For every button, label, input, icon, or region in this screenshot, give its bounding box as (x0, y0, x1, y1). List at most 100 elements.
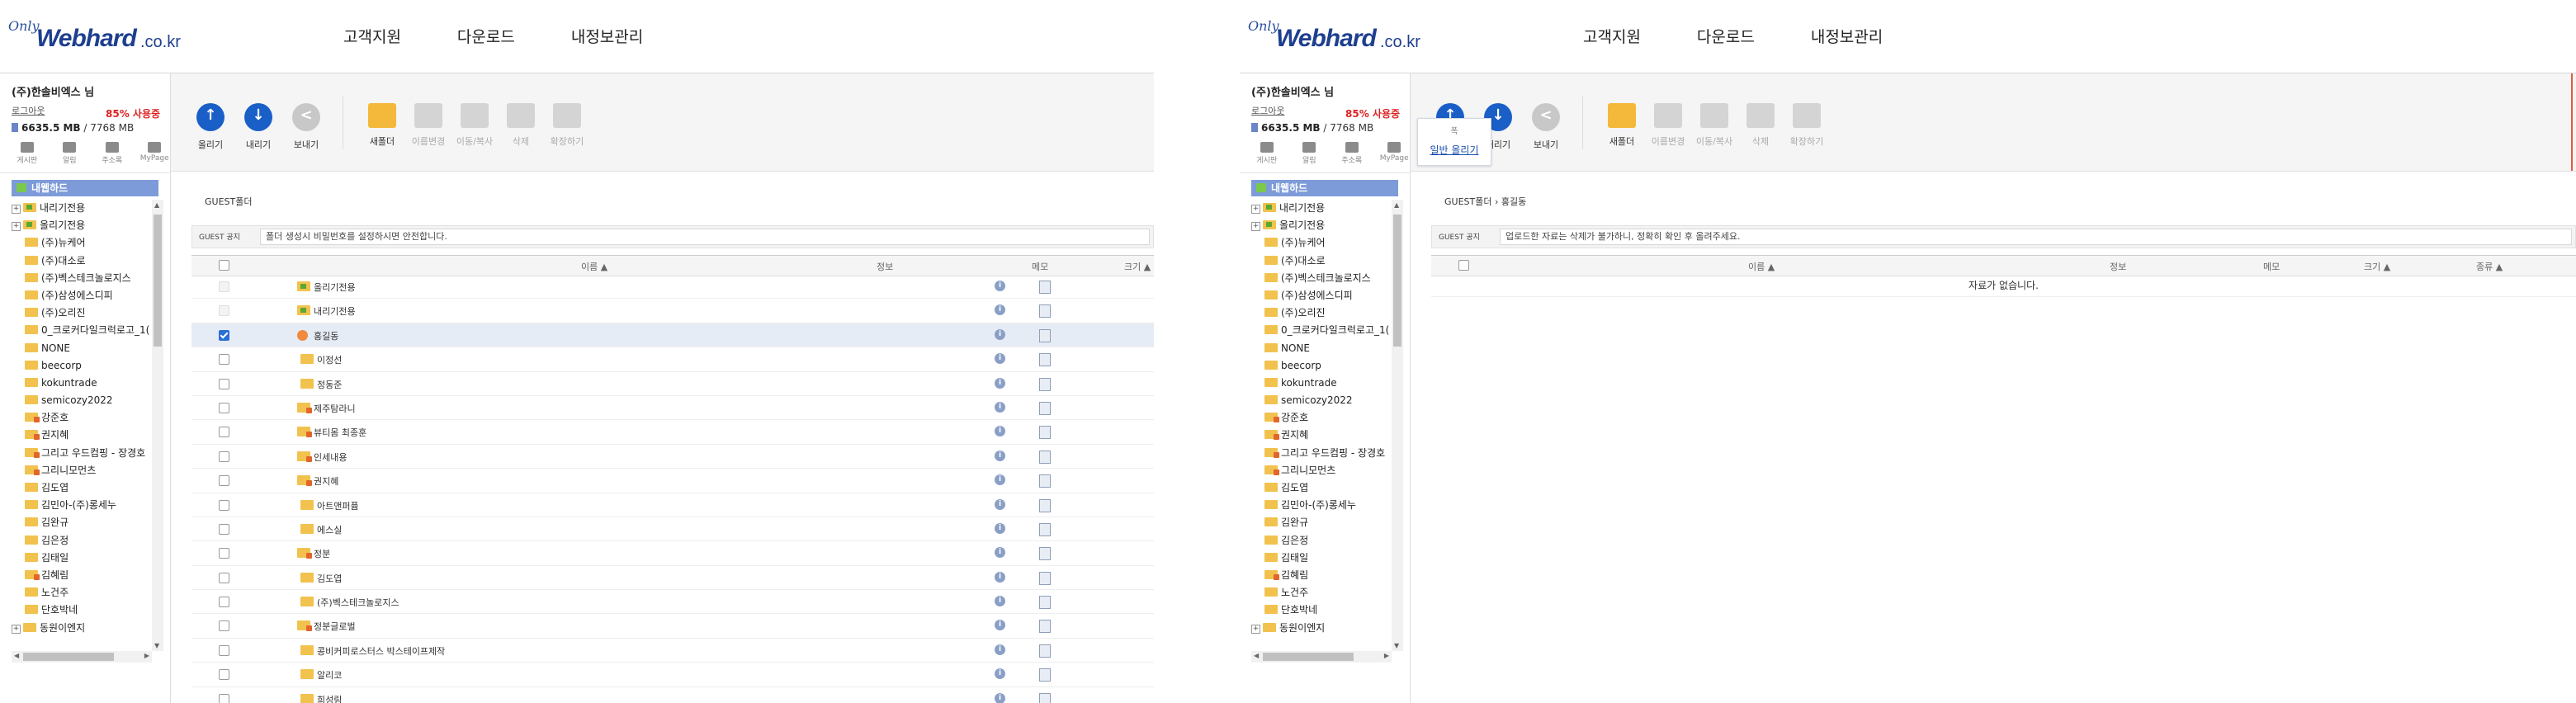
tree-item[interactable]: (주)오리진 (12, 304, 150, 322)
table-row[interactable]: 제주탐라니 i (191, 396, 1154, 421)
tree-item[interactable]: (주)삼성에스디피 (1251, 287, 1390, 304)
table-row[interactable]: 정동준 i (191, 372, 1154, 396)
board-tool[interactable]: 게시판 (1251, 142, 1283, 165)
tree-item[interactable]: 단호박네 (12, 602, 150, 619)
tree-item[interactable]: + 내리기전용 (1251, 200, 1390, 217)
tree-item[interactable]: NONE (1251, 340, 1390, 357)
memo-icon[interactable] (1039, 377, 1051, 391)
info-icon[interactable]: i (995, 498, 1005, 510)
logout-link[interactable]: 로그아웃 (12, 104, 45, 117)
row-checkbox[interactable] (219, 329, 229, 343)
table-row[interactable]: 정분 i (191, 541, 1154, 566)
tree-item[interactable]: + 동원이엔지 (1251, 620, 1390, 637)
column-name[interactable]: 이름 ▲ (581, 260, 607, 273)
memo-icon[interactable] (1039, 692, 1051, 703)
nav-my-info[interactable]: 내정보관리 (571, 25, 643, 47)
new-folder-button[interactable]: 새폴더 (1597, 103, 1647, 148)
tree-vertical-scrollbar[interactable]: ▲ ▼ (152, 200, 163, 651)
tree-item[interactable]: 그리고 우드컴핑 - 장경호 (1251, 445, 1390, 462)
expand-toggle-icon[interactable]: + (12, 624, 21, 634)
tree-horizontal-scrollbar[interactable]: ◀ ▶ (12, 651, 152, 663)
scroll-right-icon[interactable]: ▶ (144, 652, 149, 659)
memo-icon[interactable] (1039, 281, 1051, 294)
tree-item[interactable]: 노건주 (1251, 584, 1390, 602)
tree-item[interactable]: 그리고 우드컴핑 - 장경호 (12, 445, 150, 462)
info-icon[interactable]: i (995, 620, 1005, 631)
normal-upload-link[interactable]: 일반 올리기 (1418, 143, 1491, 157)
memo-icon[interactable] (1039, 474, 1051, 488)
scroll-down-icon[interactable]: ▼ (1394, 642, 1399, 649)
share-button[interactable]: < 보내기 (1521, 103, 1571, 151)
tree-item[interactable]: beecorp (12, 357, 150, 375)
file-name-link[interactable]: (주)벡스테크놀로지스 (317, 596, 399, 609)
archive-button[interactable]: 확장하기 (542, 103, 592, 148)
tree-item[interactable]: (주)뉴케어 (12, 234, 150, 252)
rename-button[interactable]: 이름변경 (404, 103, 453, 148)
archive-button[interactable]: 확장하기 (1782, 103, 1832, 148)
tree-item[interactable]: + 올리기전용 (12, 217, 150, 234)
scroll-thumb[interactable] (154, 215, 162, 347)
table-row[interactable]: 내리기전용 i (191, 299, 1154, 323)
memo-icon[interactable] (1039, 498, 1051, 512)
memo-icon[interactable] (1039, 522, 1051, 536)
file-name-link[interactable]: 제주탐라니 (314, 402, 356, 415)
tree-root[interactable]: 내웹하드 (12, 180, 158, 196)
info-icon[interactable]: i (995, 426, 1005, 437)
scroll-left-icon[interactable]: ◀ (14, 652, 19, 659)
nav-download[interactable]: 다운로드 (1697, 25, 1755, 47)
info-icon[interactable]: i (995, 377, 1005, 389)
info-icon[interactable]: i (995, 450, 1005, 461)
tree-item[interactable]: + 내리기전용 (12, 200, 150, 217)
file-name-link[interactable]: 희성림 (317, 693, 342, 703)
tree-item[interactable]: 김혜림 (12, 567, 150, 584)
tree-item[interactable]: (주)대소로 (1251, 252, 1390, 270)
move-copy-button[interactable]: 이동/복사 (1690, 103, 1739, 148)
file-name-link[interactable]: 이정선 (317, 353, 342, 366)
scroll-thumb[interactable] (1393, 215, 1401, 347)
tree-item[interactable]: 노건주 (12, 584, 150, 602)
info-icon[interactable]: i (995, 522, 1005, 534)
file-name-link[interactable]: 뷰티몸 최종훈 (314, 426, 366, 439)
scroll-left-icon[interactable]: ◀ (1254, 652, 1259, 659)
table-row[interactable]: 알리코 i (191, 663, 1154, 687)
memo-icon[interactable] (1039, 644, 1051, 658)
tree-item[interactable]: 김완규 (1251, 514, 1390, 531)
tree-vertical-scrollbar[interactable]: ▲ ▼ (1392, 200, 1403, 651)
tree-item[interactable]: 김태일 (12, 550, 150, 567)
tree-item[interactable]: (주)대소로 (12, 252, 150, 270)
logout-link[interactable]: 로그아웃 (1251, 104, 1284, 117)
memo-icon[interactable] (1039, 353, 1051, 367)
column-name[interactable]: 이름 ▲ (1748, 260, 1775, 273)
table-row[interactable]: 이정선 i (191, 347, 1154, 372)
row-checkbox[interactable] (219, 572, 229, 586)
tree-item[interactable]: 김은정 (12, 532, 150, 550)
file-name-link[interactable]: 정동준 (317, 378, 342, 391)
file-name-link[interactable]: 권지혜 (314, 474, 338, 488)
memo-icon[interactable] (1039, 668, 1051, 682)
tree-item[interactable]: 김도엽 (12, 479, 150, 497)
row-checkbox[interactable] (219, 597, 229, 610)
addressbook-tool[interactable]: 주소록 (97, 142, 128, 165)
table-row[interactable]: 정분글로벌 i (191, 614, 1154, 639)
tree-item[interactable]: (주)벡스테크놀로지스 (12, 270, 150, 287)
info-icon[interactable]: i (995, 644, 1005, 655)
row-checkbox[interactable] (219, 475, 229, 488)
file-name-link[interactable]: 정분 (314, 547, 330, 560)
row-checkbox[interactable] (219, 354, 229, 367)
webhard-logo[interactable]: Only Webhard .co.kr (1248, 18, 1421, 52)
file-name-link[interactable]: 홍길동 (314, 329, 338, 342)
table-row[interactable]: 아트앤퍼퓸 i (191, 493, 1154, 517)
row-checkbox[interactable] (219, 669, 229, 682)
memo-icon[interactable] (1039, 401, 1051, 415)
table-row[interactable]: 희성림 i (191, 687, 1154, 703)
memo-icon[interactable] (1039, 571, 1051, 585)
new-folder-button[interactable]: 새폴더 (357, 103, 407, 148)
file-name-link[interactable]: 내리기전용 (314, 304, 356, 318)
scroll-up-icon[interactable]: ▲ (1394, 201, 1399, 209)
board-tool[interactable]: 게시판 (12, 142, 43, 165)
scroll-up-icon[interactable]: ▲ (154, 201, 159, 209)
info-icon[interactable]: i (995, 668, 1005, 680)
upload-button[interactable]: ↑ 올리기 (186, 103, 235, 151)
webhard-logo[interactable]: Only Webhard .co.kr (8, 18, 182, 52)
table-row[interactable]: 에스실 i (191, 517, 1154, 542)
